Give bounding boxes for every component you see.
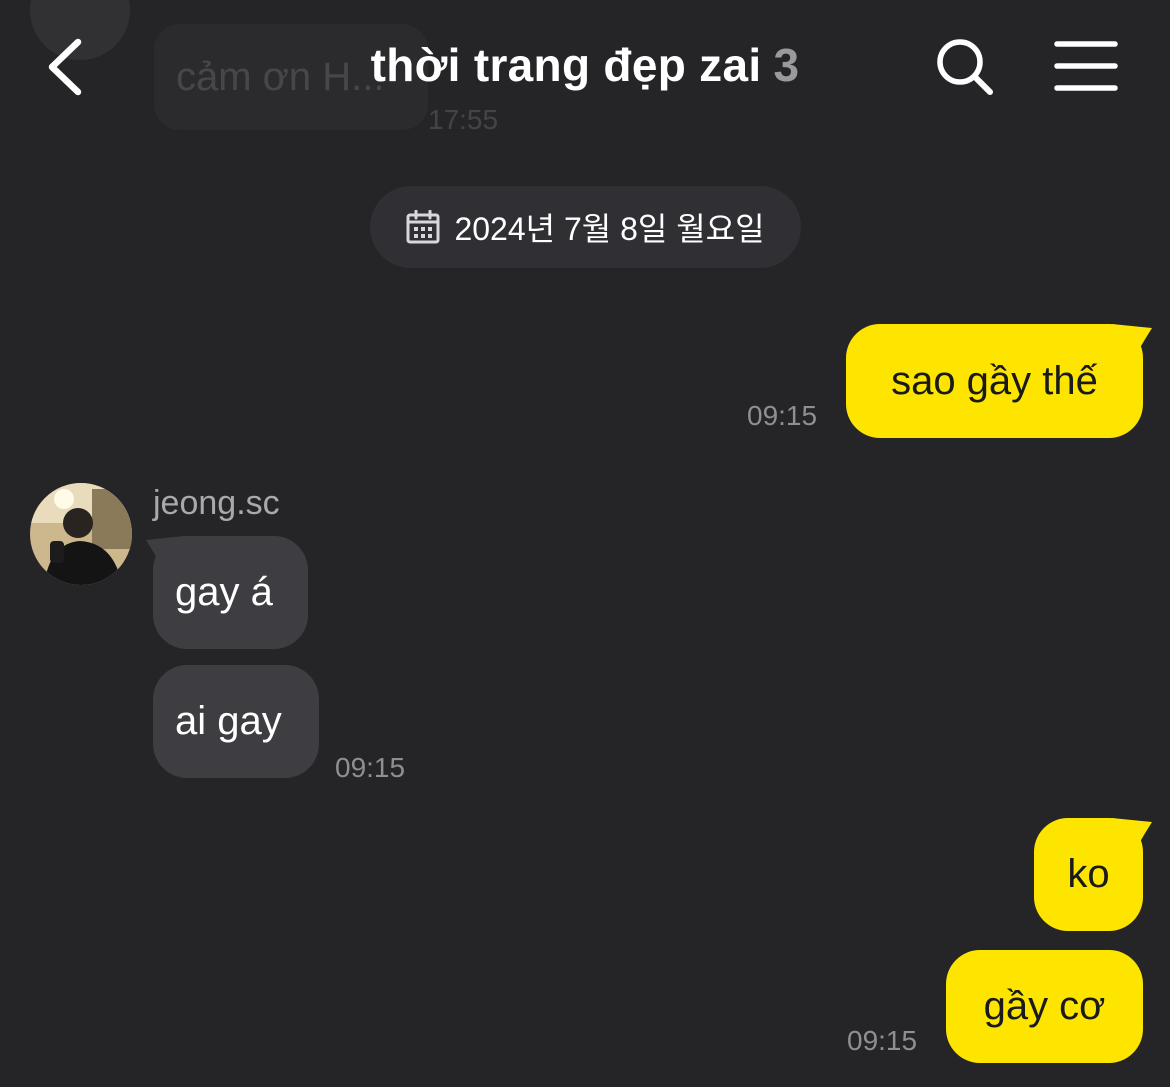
date-label: 2024년 7월 8일 월요일 <box>454 211 765 247</box>
avatar[interactable] <box>30 483 132 585</box>
their-message-bubble[interactable]: ai gay <box>153 665 319 778</box>
calendar-icon <box>406 210 440 244</box>
bubble-tail <box>1112 324 1152 358</box>
search-button[interactable] <box>934 36 996 98</box>
message-text: ai gay <box>175 699 282 743</box>
search-icon <box>937 39 993 95</box>
chat-room-name: thời trang đẹp zai <box>370 39 762 91</box>
chat-screen: cảm ơn H... 17:55 thời trang đẹp zai 3 2… <box>0 0 1170 1087</box>
profile-photo <box>30 483 132 585</box>
message-time: 09:15 <box>335 752 406 783</box>
my-message-bubble[interactable]: gầy cơ <box>946 950 1143 1063</box>
message-text: sao gầy thế <box>891 358 1098 403</box>
message-text: ko <box>1067 852 1110 896</box>
menu-button[interactable] <box>1054 40 1118 92</box>
message-text: gầy cơ <box>983 984 1106 1028</box>
message-text: gay á <box>175 570 273 614</box>
hamburger-menu-icon <box>1054 41 1118 91</box>
message-time: 09:15 <box>747 400 818 431</box>
member-count: 3 <box>773 39 800 91</box>
sender-name: jeong.sc <box>153 484 280 522</box>
chat-header: thời trang đẹp zai 3 <box>0 0 1170 140</box>
my-message-bubble[interactable]: sao gầy thế <box>846 324 1143 438</box>
message-time: 09:15 <box>847 1025 918 1056</box>
bubble-tail <box>1112 818 1152 852</box>
date-divider: 2024년 7월 8일 월요일 <box>370 186 801 268</box>
their-message-bubble[interactable]: gay á <box>153 536 308 649</box>
